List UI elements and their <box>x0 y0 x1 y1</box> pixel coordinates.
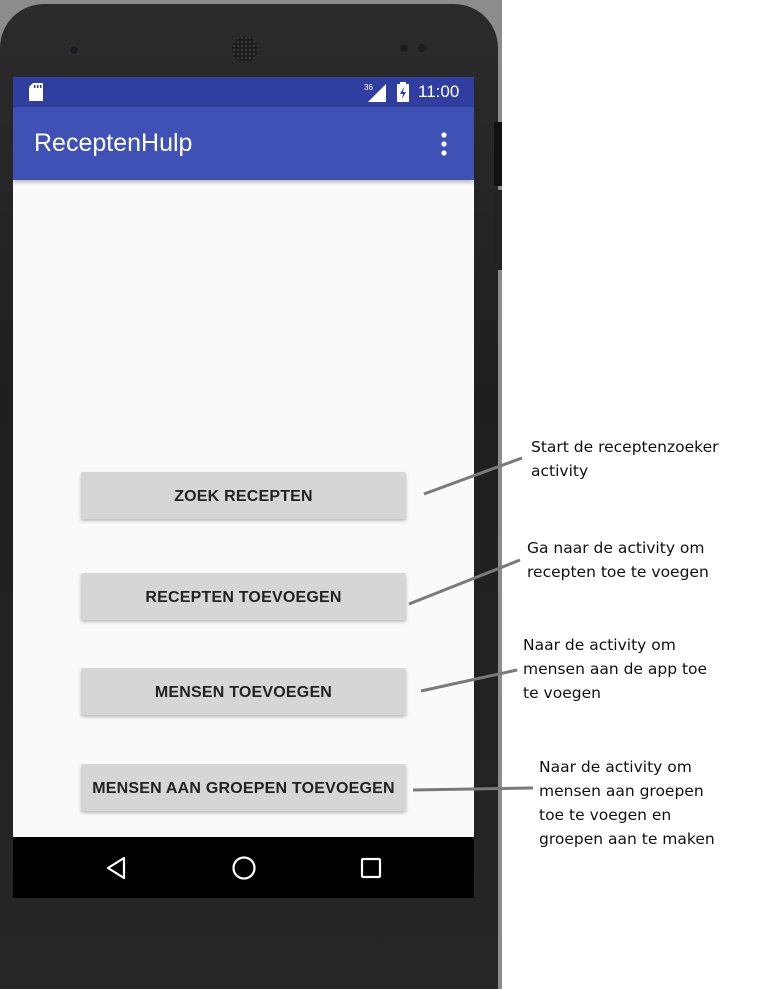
front-camera <box>68 44 80 56</box>
recepten-toevoegen-button[interactable]: RECEPTEN TOEVOEGEN <box>81 573 406 620</box>
app-title: ReceptenHulp <box>34 129 193 157</box>
annotation-recepten-toevoegen: Ga naar de activity om recepten toe te v… <box>527 536 709 584</box>
app-bar: ReceptenHulp <box>13 107 474 180</box>
annotation-line: te voegen <box>523 684 601 702</box>
device-screen: 36 11:00 ReceptenHulp ZOEK RECEPTEN RECE… <box>13 77 474 898</box>
proximity-sensor <box>400 44 408 52</box>
mensen-toevoegen-button[interactable]: MENSEN TOEVOEGEN <box>81 668 406 715</box>
navigation-bar <box>13 837 474 898</box>
battery-icon <box>397 82 409 102</box>
overflow-menu-icon[interactable] <box>437 131 451 157</box>
mensen-aan-groepen-toevoegen-button[interactable]: MENSEN AAN GROEPEN TOEVOEGEN <box>81 764 406 811</box>
volume-button <box>494 190 502 270</box>
annotation-line: Start de receptenzoeker <box>531 438 719 456</box>
annotation-zoek-recepten: Start de receptenzoeker activity <box>531 435 718 483</box>
annotation-mensen-aan-groepen: Naar de activity om mensen aan groepen t… <box>539 755 715 851</box>
back-icon[interactable] <box>105 856 127 880</box>
annotation-line: activity <box>531 462 589 480</box>
home-icon[interactable] <box>231 855 257 881</box>
recents-icon[interactable] <box>360 857 382 879</box>
light-sensor <box>418 44 426 52</box>
annotation-line: mensen aan groepen <box>539 782 704 800</box>
zoek-recepten-button[interactable]: ZOEK RECEPTEN <box>81 472 406 519</box>
network-type-label: 36 <box>364 83 373 92</box>
earpiece-speaker <box>232 36 258 62</box>
annotation-line: recepten toe te voegen <box>527 563 709 581</box>
annotation-line: Naar de activity om <box>539 758 692 776</box>
annotation-line: toe te voegen en <box>539 806 672 824</box>
annotation-line: groepen aan te maken <box>539 830 715 848</box>
annotation-line: Naar de activity om <box>523 636 676 654</box>
sd-card-icon <box>29 83 43 101</box>
annotation-line: mensen aan de app toe <box>523 660 708 678</box>
annotation-line: Ga naar de activity om <box>527 539 705 557</box>
annotation-mensen-toevoegen: Naar de activity om mensen aan de app to… <box>523 633 707 705</box>
status-clock: 11:00 <box>418 82 460 101</box>
power-button <box>494 122 502 186</box>
signal-icon: 36 <box>364 83 386 102</box>
status-bar: 36 11:00 <box>13 77 474 107</box>
